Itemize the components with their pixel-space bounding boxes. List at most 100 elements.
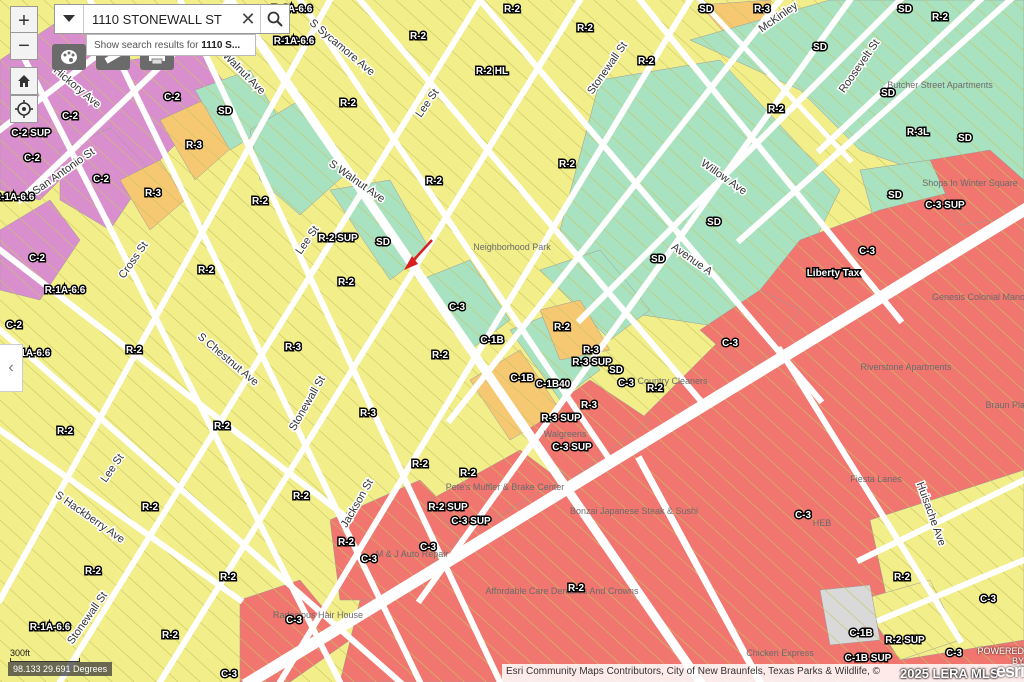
- zone-label: R-2 SUP: [428, 502, 468, 513]
- zone-label: R-2: [220, 572, 237, 583]
- zone-label: R-2: [559, 159, 576, 170]
- zone-label: R-2: [57, 426, 74, 437]
- zone-label: R-2: [504, 4, 521, 15]
- zone-label: C-2: [164, 92, 181, 103]
- zone-label: C-3 SUP: [552, 442, 592, 453]
- zone-label: C-3: [221, 669, 238, 680]
- zone-label: C-1B40: [536, 379, 571, 390]
- zone-label: C-3 SUP: [451, 516, 491, 527]
- zone-label: R-2: [340, 98, 357, 109]
- place-label: Riverstone Apartments: [860, 362, 952, 372]
- zone-label: C-3: [795, 510, 812, 521]
- zone-label: C-2: [93, 174, 110, 185]
- place-label: HEB: [813, 518, 832, 528]
- zone-label: R-2: [768, 104, 785, 115]
- zone-label: C-3: [449, 302, 466, 313]
- suggestion-prefix: Show search results for: [94, 40, 202, 51]
- zone-label: SD: [376, 237, 390, 248]
- zone-label: R-2 HL: [476, 66, 508, 77]
- zone-label: R-2: [647, 383, 664, 394]
- zone-label: R-2: [198, 265, 215, 276]
- place-label: Bonzai Japanese Steak & Sushi: [570, 506, 698, 516]
- palette-icon: [61, 50, 77, 64]
- zone-label: C-3 SUP: [925, 200, 965, 211]
- zone-label: R-2 SUP: [885, 635, 925, 646]
- place-label: Pete's Muffler & Brake Center: [446, 482, 565, 492]
- expand-panel-tab[interactable]: ‹: [0, 344, 23, 392]
- zone-label: C-2: [29, 253, 46, 264]
- zone-label: R-3: [145, 188, 162, 199]
- zone-label: SD: [888, 190, 902, 201]
- zone-label: SD: [651, 254, 665, 265]
- zone-label: R-2: [85, 566, 102, 577]
- place-label: Neighborhood Park: [473, 242, 551, 252]
- search-input[interactable]: [84, 10, 236, 28]
- esri-logo: POWERED BY esri: [968, 646, 1024, 681]
- zone-label: R-3: [186, 140, 203, 151]
- zone-label: C-3: [946, 648, 963, 659]
- zone-label: C-3: [420, 542, 437, 553]
- place-label: Braun Place: [985, 400, 1024, 410]
- place-label: Chicken Express: [746, 648, 814, 658]
- esri-wordmark: esri: [995, 661, 1024, 681]
- coordinates-readout: 98.133 29.691 Degrees: [8, 662, 113, 676]
- zone-label: C-1B: [510, 373, 533, 384]
- zone-label: SD: [881, 88, 895, 99]
- close-icon: ✕: [240, 8, 256, 29]
- zone-label: R-3 SUP: [541, 413, 581, 424]
- home-button[interactable]: [10, 67, 38, 95]
- clear-search-button[interactable]: ✕: [236, 9, 260, 30]
- zone-label: R-2: [338, 537, 355, 548]
- zone-label: C-3: [722, 338, 739, 349]
- zoom-out-button[interactable]: −: [10, 32, 38, 60]
- zone-label: R-2: [252, 196, 269, 207]
- search-source-dropdown[interactable]: [55, 5, 84, 33]
- zone-label: R-2: [932, 12, 949, 23]
- zone-label: SD: [699, 4, 713, 15]
- zoning-map[interactable]: S Walnut Ave S Walnut Ave S Sycamore Ave Le…: [0, 0, 1024, 682]
- zone-label: R-2: [126, 345, 143, 356]
- zone-label: C-1B: [849, 628, 872, 639]
- zone-label: R-2: [142, 502, 159, 513]
- zone-label: R-2 SUP: [318, 233, 358, 244]
- zone-label: R-2: [568, 583, 585, 594]
- zone-label: R-2: [293, 491, 310, 502]
- zone-label: R-3 SUP: [572, 357, 612, 368]
- zone-label: R-1A-6.6: [30, 622, 71, 633]
- zone-label: C-2: [6, 320, 23, 331]
- zone-label: R-3: [360, 408, 377, 419]
- zone-label: C-1B SUP: [845, 653, 892, 664]
- search-suggestion[interactable]: Show search results for 1110 S...: [86, 34, 256, 56]
- zone-label: SD: [707, 217, 721, 228]
- zone-label: SD: [813, 42, 827, 53]
- zone-label: R-1A-6.6: [274, 36, 315, 47]
- search-icon: [267, 11, 283, 27]
- zone-label: SD: [609, 365, 623, 376]
- zone-label: SD: [898, 4, 912, 15]
- zone-label: R-3: [754, 4, 771, 15]
- zone-label: R-3: [583, 345, 600, 356]
- zone-label: SD: [218, 106, 232, 117]
- place-label: Affordable Care Dentures And Crowns: [486, 586, 639, 596]
- zoom-in-button[interactable]: +: [10, 6, 38, 34]
- zone-label: R-2: [410, 31, 427, 42]
- zone-label: R-2: [638, 56, 655, 67]
- place-label: Hill Country Cleaners: [622, 376, 708, 386]
- zone-label: C-3: [286, 615, 303, 626]
- zone-label: C-3: [618, 378, 635, 389]
- zone-label: R-2: [432, 350, 449, 361]
- zone-label: R-3L: [907, 127, 929, 138]
- zone-label: C-2: [24, 153, 41, 164]
- zone-label: C-1B: [480, 335, 503, 346]
- basemap-tool-button[interactable]: [52, 44, 86, 70]
- scale-label: 300ft: [10, 648, 31, 658]
- search-button[interactable]: [260, 5, 289, 33]
- zone-label: R-2: [577, 23, 594, 34]
- zone-label: C-3: [361, 554, 378, 565]
- zone-label: R-1A-6.6: [0, 192, 35, 203]
- zone-label: R-2: [426, 176, 443, 187]
- locate-button[interactable]: [10, 95, 38, 123]
- zone-label: R-3: [581, 400, 598, 411]
- zone-label: R-2: [894, 572, 911, 583]
- place-label: Shops In Winter Square: [922, 178, 1018, 188]
